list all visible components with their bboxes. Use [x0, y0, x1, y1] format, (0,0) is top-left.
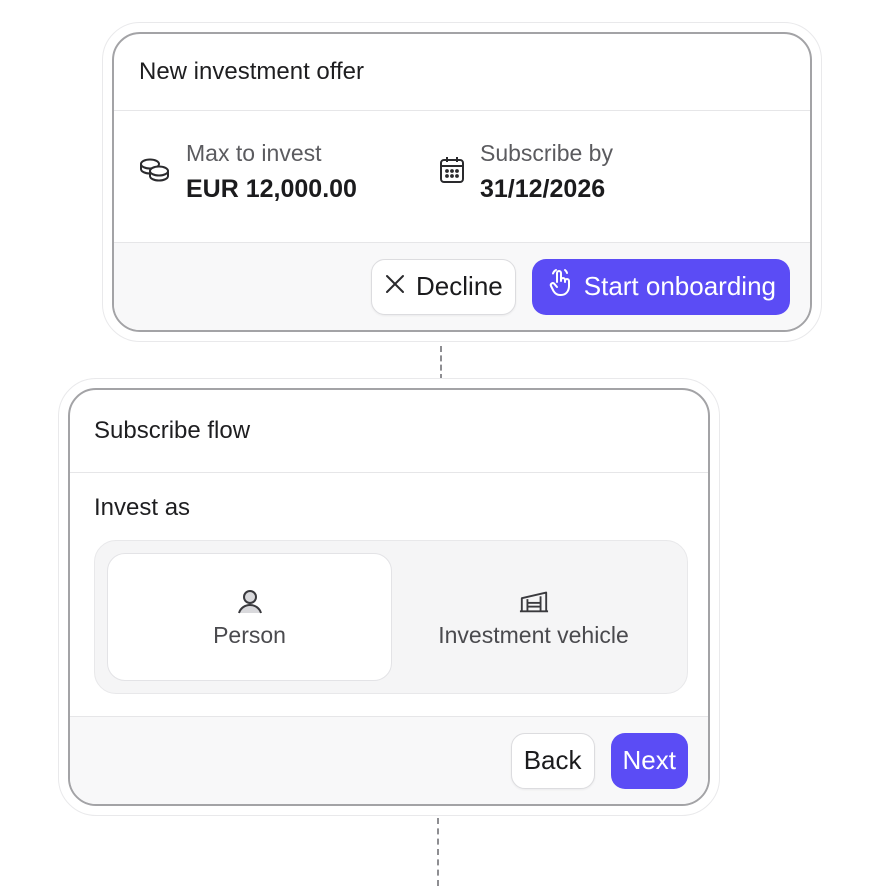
subscribe-by-label: Subscribe by: [480, 140, 613, 166]
person-icon: [235, 586, 265, 616]
building-icon: [519, 586, 549, 616]
flow-connector-top: [440, 346, 442, 380]
back-button-label: Back: [523, 745, 582, 775]
option-investment-vehicle-label: Investment vehicle: [438, 621, 629, 648]
invest-as-label: Invest as: [94, 494, 191, 521]
next-button-label: Next: [622, 745, 676, 775]
pointer-hand-icon: [546, 268, 574, 305]
subscribe-card: Subscribe flow Invest as Person Investme…: [68, 388, 710, 806]
offer-card-header: New investment offer: [114, 34, 810, 111]
start-onboarding-label: Start onboarding: [583, 271, 776, 301]
decline-button-label: Decline: [416, 271, 503, 301]
max-invest-label: Max to invest: [186, 140, 322, 166]
subscribe-by-block: Subscribe by 31/12/2026: [438, 140, 613, 204]
calendar-icon: [438, 155, 466, 190]
option-person[interactable]: Person: [107, 553, 392, 681]
start-onboarding-button[interactable]: Start onboarding: [531, 258, 790, 315]
back-button[interactable]: Back: [510, 732, 595, 789]
offer-card-footer: Decline Start onboarding: [114, 242, 810, 330]
max-invest-value: EUR 12,000.00: [186, 175, 357, 203]
subscribe-card-header: Subscribe flow: [70, 390, 708, 473]
option-investment-vehicle[interactable]: Investment vehicle: [392, 553, 675, 681]
next-button[interactable]: Next: [610, 732, 688, 789]
subscribe-by-value: 31/12/2026: [480, 175, 606, 203]
offer-card: New investment offer Max to invest EUR 1…: [112, 32, 812, 332]
coins-icon: [138, 155, 172, 190]
subscribe-card-footer: Back Next: [70, 716, 708, 804]
flow-connector-bottom: [437, 818, 439, 886]
close-icon: [384, 271, 406, 302]
offer-card-title: New investment offer: [139, 58, 364, 85]
decline-button[interactable]: Decline: [371, 258, 516, 315]
invest-as-selector: Person Investment vehicle: [94, 540, 688, 694]
subscribe-card-title: Subscribe flow: [94, 417, 251, 444]
option-person-label: Person: [213, 621, 286, 648]
max-invest-block: Max to invest EUR 12,000.00: [138, 140, 357, 204]
